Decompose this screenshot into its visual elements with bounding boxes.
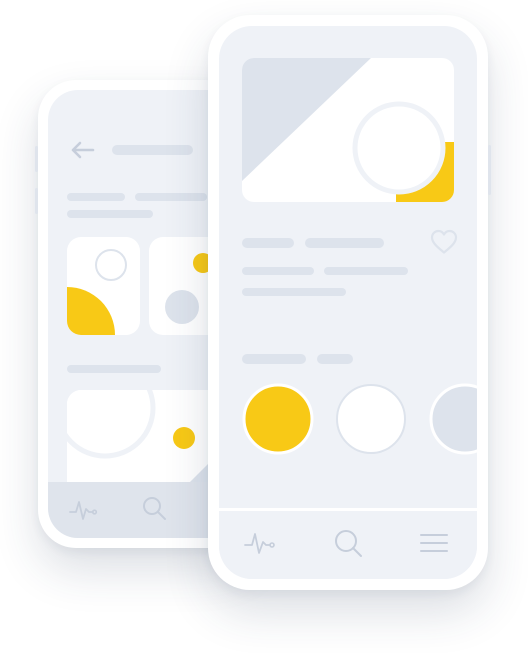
hero-image	[242, 58, 454, 202]
text-placeholder	[67, 193, 125, 201]
side-button	[488, 145, 491, 195]
text-placeholder	[67, 210, 153, 218]
text-placeholder	[135, 193, 207, 201]
search-icon[interactable]	[140, 494, 168, 522]
option-circle[interactable]	[335, 383, 407, 455]
card[interactable]	[67, 237, 140, 335]
front-phone-mockup	[208, 15, 491, 590]
section-title-placeholder	[317, 354, 353, 364]
side-button	[35, 146, 38, 172]
section-title-placeholder	[67, 365, 161, 373]
tab-bar	[219, 508, 477, 579]
section-title-placeholder	[242, 354, 306, 364]
activity-pulse-icon[interactable]	[68, 496, 98, 524]
option-circle[interactable]	[429, 383, 477, 455]
text-placeholder	[242, 267, 314, 275]
arrow-left-icon[interactable]	[69, 140, 95, 160]
front-phone-screen	[219, 26, 477, 579]
title-placeholder	[305, 238, 384, 248]
header-title-placeholder	[112, 145, 193, 155]
activity-pulse-icon[interactable]	[243, 528, 277, 558]
text-placeholder	[324, 267, 408, 275]
side-button	[35, 188, 38, 214]
menu-icon[interactable]	[419, 531, 449, 555]
heart-outline-icon[interactable]	[429, 228, 459, 256]
option-circle-selected[interactable]	[242, 383, 314, 455]
search-icon[interactable]	[331, 526, 365, 560]
text-placeholder	[242, 288, 346, 296]
title-placeholder	[242, 238, 294, 248]
